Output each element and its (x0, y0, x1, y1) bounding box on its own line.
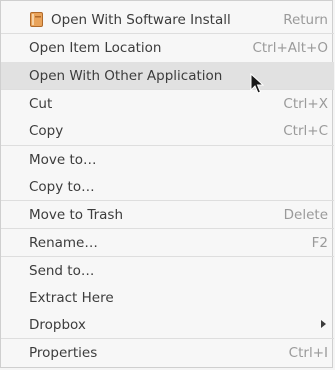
menu-item-accelerator: Ctrl+Alt+O (252, 39, 328, 56)
submenu-arrow-icon (321, 320, 326, 328)
menu-item-copy[interactable]: Copy Ctrl+C (1, 117, 334, 144)
software-install-icon (30, 12, 43, 27)
menu-item-label: Extract Here (29, 289, 114, 306)
menu-item-label: Cut (29, 95, 53, 112)
menu-item-label: Copy to… (29, 178, 95, 195)
menu-item-accelerator: Delete (283, 206, 328, 223)
menu-item-properties[interactable]: Properties Ctrl+I (1, 339, 334, 366)
menu-item-label: Move to… (29, 151, 97, 168)
menu-item-label: Rename… (29, 234, 98, 251)
menu-item-rename[interactable]: Rename… F2 (1, 229, 334, 256)
menu-item-copy-to[interactable]: Copy to… (1, 173, 334, 200)
menu-item-label: Dropbox (29, 316, 86, 333)
menu-item-accelerator: Ctrl+C (283, 122, 328, 139)
menu-item-label: Move to Trash (29, 206, 124, 223)
menu-item-accelerator: F2 (311, 234, 328, 251)
menu-item-accelerator: Ctrl+X (283, 95, 328, 112)
menu-item-label: Open Item Location (29, 39, 162, 56)
menu-item-open-with-software-install[interactable]: Open With Software Install Return (1, 6, 334, 33)
menu-item-accelerator: Ctrl+I (288, 344, 328, 361)
context-menu: Open With Software Install Return Open I… (0, 0, 334, 368)
menu-item-extract-here[interactable]: Extract Here (1, 284, 334, 311)
menu-item-label: Open With Other Application (29, 67, 223, 84)
menu-item-send-to[interactable]: Send to… (1, 257, 334, 284)
menu-item-accelerator: Return (283, 11, 328, 28)
mouse-pointer-icon (250, 73, 264, 94)
menu-item-dropbox[interactable]: Dropbox (1, 311, 334, 338)
menu-item-label: Send to… (29, 262, 95, 279)
menu-item-cut[interactable]: Cut Ctrl+X (1, 90, 334, 117)
menu-item-move-to-trash[interactable]: Move to Trash Delete (1, 201, 334, 228)
menu-item-label: Properties (29, 344, 98, 361)
menu-item-open-with-other-application[interactable]: Open With Other Application (1, 62, 334, 89)
menu-item-open-item-location[interactable]: Open Item Location Ctrl+Alt+O (1, 34, 334, 61)
menu-item-move-to[interactable]: Move to… (1, 146, 334, 173)
menu-item-label: Open With Software Install (51, 11, 231, 28)
menu-item-label: Copy (29, 122, 64, 139)
